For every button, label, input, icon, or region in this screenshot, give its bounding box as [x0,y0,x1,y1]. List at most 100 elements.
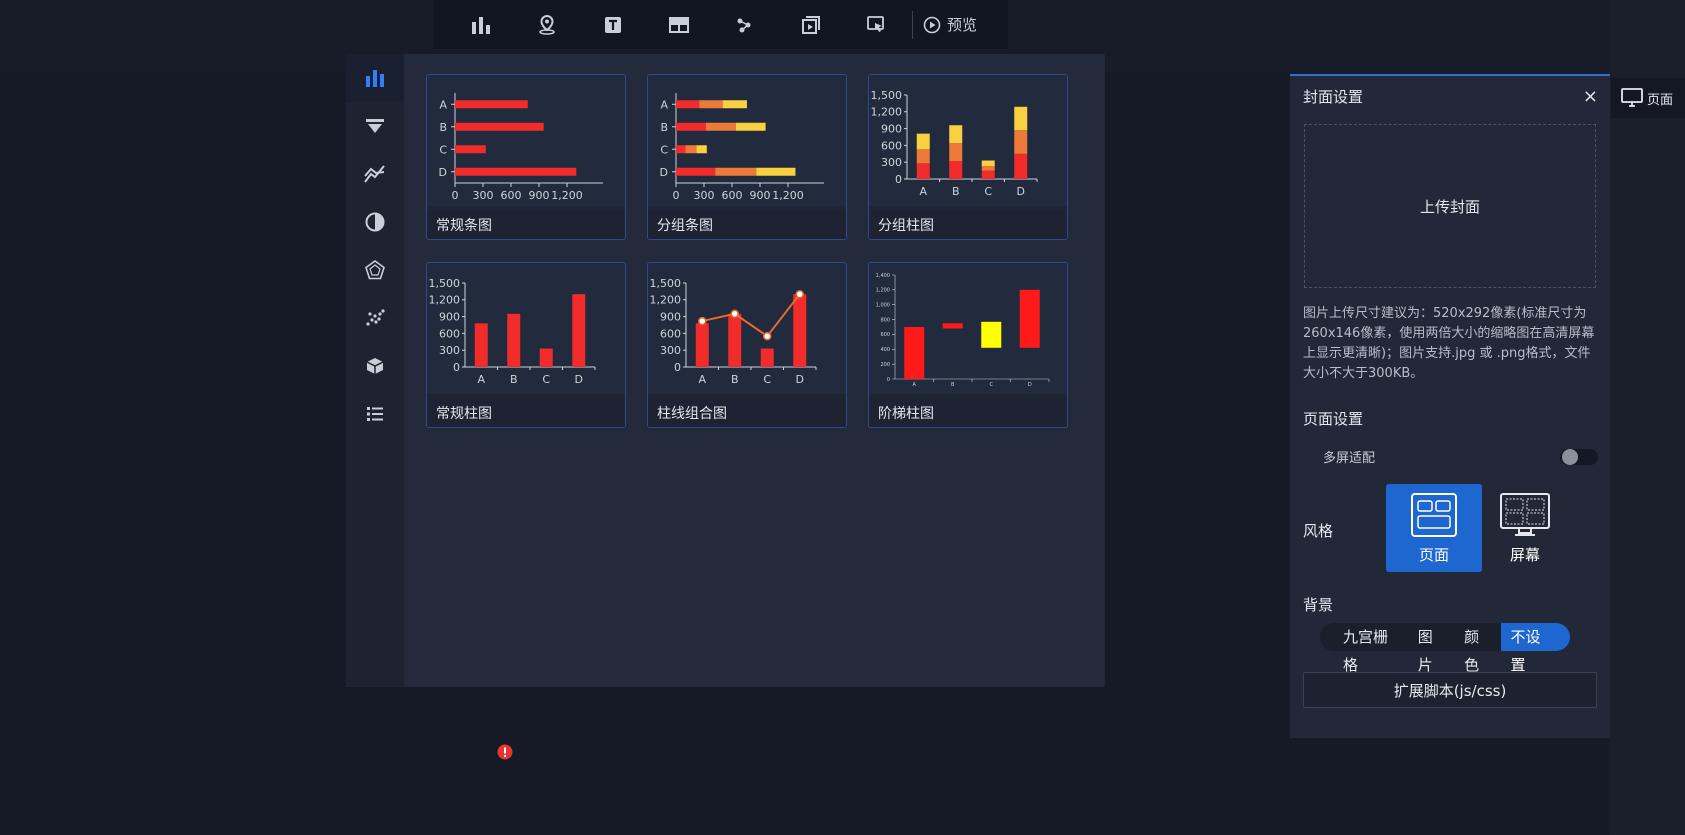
settings-header: 封面设置 × [1290,76,1610,116]
bar [455,122,544,131]
chart-category-sidebar [346,54,404,687]
funnel-icon [366,119,384,133]
sidebar-item-radar[interactable] [346,246,404,294]
chart-card-4[interactable]: 0 300 600 900 1,200 1,500 A B C D 柱线组合图 [647,262,847,428]
text-icon[interactable] [580,0,646,49]
sidebar-item-pie-chart[interactable] [346,198,404,246]
error-alert-icon[interactable] [497,744,513,764]
tick-label: 600 [881,139,902,152]
bar-segment [949,125,963,144]
sidebar-item-scatter[interactable] [346,294,404,342]
tick-label: 0 [673,189,680,202]
tick-label: B [510,373,518,386]
tick-label: A [439,98,447,111]
tick-label: 600 [501,189,522,202]
tick-label: B [439,121,447,134]
tick-label: 600 [722,189,743,202]
network-icon[interactable] [712,0,778,49]
tick-label: 1,000 [876,302,890,308]
chart-thumbnail: ABCD0 300 600 900 1,200 [648,75,846,206]
multi-screen-toggle[interactable] [1560,448,1598,465]
bg-option-none[interactable]: 不设置 [1501,623,1571,674]
sidebar-item-bar-chart[interactable] [346,54,404,102]
bar-segment [676,167,716,176]
tick-label: 400 [880,347,890,353]
sidebar-item-3d[interactable] [346,342,404,390]
sidebar-item-list[interactable] [346,390,404,438]
tick-label: 0 [453,361,460,374]
right-strip [1610,0,1685,835]
tick-label: 1,200 [429,294,461,307]
table-icon[interactable] [646,0,712,49]
bar-segment [676,145,686,154]
chart-icon[interactable] [448,0,514,49]
tick-label: A [919,185,927,198]
chart-picker-panel: A B C D 0 300 600 900 1,200 常规条图 A B C D 0 300 600 900 1… [346,54,1105,687]
tick-label: 0 [674,361,681,374]
multi-screen-label: 多屏适配 [1323,451,1376,466]
chart-card-label: 柱线组合图 [648,398,846,427]
sidebar-item-funnel[interactable] [346,102,404,150]
bar [572,294,586,367]
chart-thumbnail: 0 200 400 600 800 1,000 1,200 1,400 A B C D [869,263,1067,394]
settings-title: 封面设置 [1303,87,1364,106]
tick-label: 1,400 [876,273,890,279]
bg-option-grid[interactable]: 九宫栅格 [1334,623,1409,674]
preview-button[interactable]: 预览 [923,14,977,35]
bar-segment [949,161,963,179]
tick-label: 1,200 [871,106,903,119]
waterfall-bar [1019,289,1040,348]
style-option-screen[interactable]: 屏幕 [1477,484,1573,572]
chart-card-0[interactable]: A B C D 0 300 600 900 1,200 常规条图 [426,74,626,240]
chart-card-1[interactable]: A B C D 0 300 600 900 1,200 分组条图 [647,74,847,240]
chart-card-2[interactable]: 0 300 600 900 1,200 1,500 A B C D 分组柱图 [868,74,1068,240]
cover-settings-panel: 封面设置 × 上传封面 图片上传尺寸建议为：520x292像素(标准尺寸为260… [1290,74,1610,738]
tick-label: 300 [660,344,681,357]
bar-segment [981,160,995,167]
tick-label: B [731,373,739,386]
scatter-icon [366,309,385,326]
tick-label: A [477,373,485,386]
close-icon[interactable]: × [1583,86,1598,107]
page-tab[interactable]: 页面 [1611,78,1685,118]
bar-segment [1014,153,1028,179]
style-option-page[interactable]: 页面 [1386,484,1482,572]
chart-thumbnail: ABCD0 300 600 900 1,200 [427,75,625,206]
list-icon [367,407,383,421]
bar [760,348,774,367]
tick-label: C [990,382,994,388]
map-pin-icon[interactable] [514,0,580,49]
bar-segment [696,145,707,154]
bar-segment [699,100,723,109]
tick-label: 300 [473,189,494,202]
bar-segment [722,100,747,109]
tick-label: 200 [880,362,890,368]
tick-label: 0 [887,377,890,383]
multi-screen-row: 多屏适配 [1323,447,1598,466]
media-icon[interactable] [778,0,844,49]
sidebar-item-line-chart[interactable] [346,150,404,198]
bar [728,313,742,367]
bg-option-color[interactable]: 颜色 [1455,623,1501,674]
bar-chart-icon [366,70,384,87]
tick-label: 600 [439,327,460,340]
interaction-icon[interactable] [844,0,910,49]
bar-segment [916,149,930,164]
chart-card-label: 常规柱图 [427,398,625,427]
style-option-label: 屏幕 [1509,546,1540,564]
chart-thumbnail: 0 300 600 900 1,200 1,500 A B C D [869,75,1067,206]
chart-card-3[interactable]: 0 300 600 900 1,200 1,500 A B C D 常规柱图 [426,262,626,428]
tick-label: 900 [881,122,902,135]
tick-label: 300 [439,344,460,357]
chart-card-5[interactable]: 0 200 400 600 800 1,000 1,200 1,400 A B C D 阶梯柱图 [868,262,1068,428]
tick-label: 0 [895,173,902,186]
extension-script-button[interactable]: 扩展脚本(js/css) [1303,672,1597,708]
upload-cover-dropzone[interactable]: 上传封面 [1304,124,1596,288]
bar-segment [949,143,963,162]
tick-label: B [951,382,955,388]
bg-option-image[interactable]: 图片 [1409,623,1455,674]
upload-cover-label: 上传封面 [1419,197,1480,216]
bar-segment [981,170,995,179]
pie-chart-icon [365,212,385,232]
tick-label: B [660,121,668,134]
